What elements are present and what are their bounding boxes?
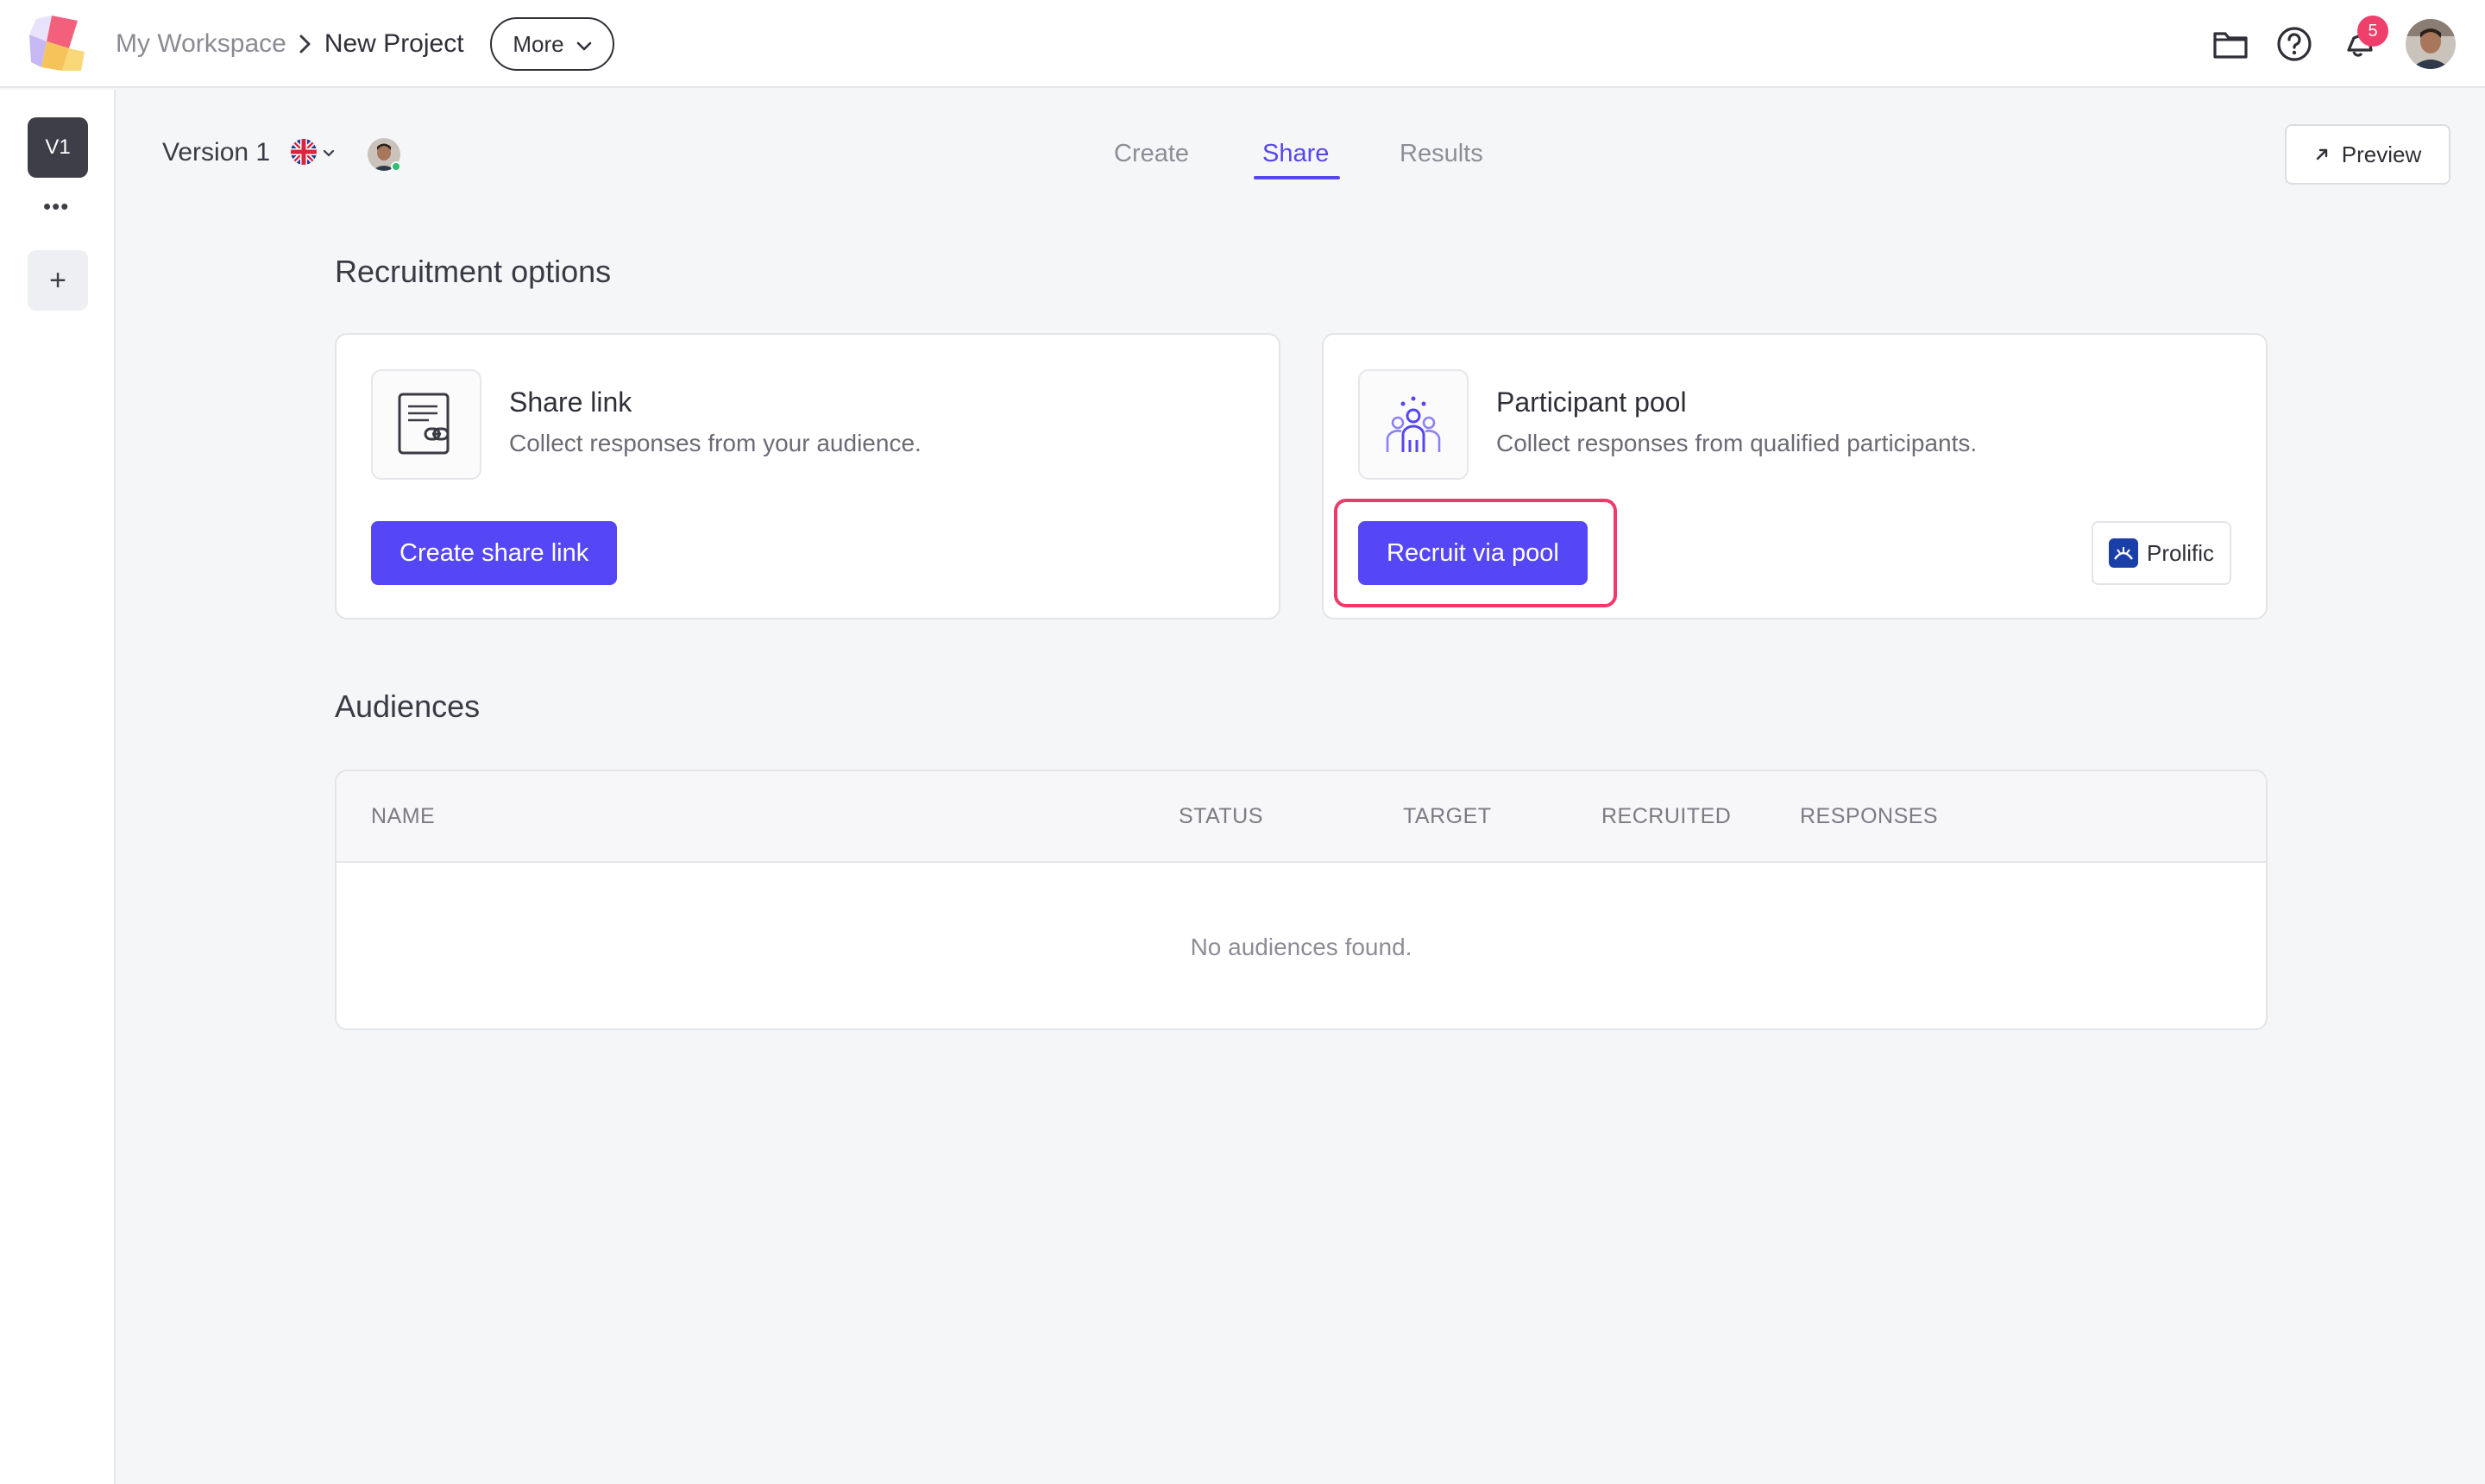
external-arrow-icon <box>2314 141 2330 168</box>
recruitment-options-title: Recruitment options <box>335 254 612 289</box>
add-version-button[interactable]: + <box>28 250 88 311</box>
version-options-icon[interactable]: ••• <box>43 193 69 220</box>
prolific-logo-icon <box>2108 538 2138 568</box>
version-rail: V1 ••• + <box>0 90 116 1484</box>
people-group-icon <box>1358 369 1469 480</box>
participant-pool-title: Participant pool <box>1496 387 1687 418</box>
breadcrumb-workspace[interactable]: My Workspace <box>116 29 286 59</box>
more-button-label: More <box>513 30 564 57</box>
share-link-title: Share link <box>509 387 632 418</box>
table-header: NAME STATUS TARGET RECRUITED RESPONSES <box>337 771 2266 863</box>
breadcrumb-project[interactable]: New Project <box>324 29 464 59</box>
tab-create[interactable]: Create <box>1114 140 1189 168</box>
create-share-link-button[interactable]: Create share link <box>371 521 618 585</box>
tab-results[interactable]: Results <box>1400 140 1483 168</box>
column-status[interactable]: STATUS <box>1179 804 1263 829</box>
app-logo[interactable] <box>28 14 88 74</box>
chevron-down-icon <box>576 31 592 58</box>
share-link-card: Share link Collect responses from your a… <box>335 333 1280 619</box>
preview-button[interactable]: Preview <box>2285 124 2450 185</box>
participant-pool-card: Participant pool Collect responses from … <box>1322 333 2268 619</box>
audiences-table: NAME STATUS TARGET RECRUITED RESPONSES N… <box>335 770 2268 1030</box>
audiences-title: Audiences <box>335 689 481 724</box>
participant-pool-description: Collect responses from qualified partici… <box>1496 430 1978 456</box>
recruit-via-pool-button[interactable]: Recruit via pool <box>1358 521 1588 585</box>
chevron-right-icon <box>299 34 312 54</box>
link-document-icon <box>371 369 481 480</box>
breadcrumb: My Workspace New Project <box>116 0 464 88</box>
column-target[interactable]: TARGET <box>1403 804 1492 829</box>
preview-button-label: Preview <box>2341 141 2422 167</box>
column-recruited[interactable]: RECRUITED <box>1601 804 1731 829</box>
notification-badge: 5 <box>2357 16 2388 47</box>
more-button[interactable]: More <box>490 17 614 71</box>
main-tabs: Create Share Results <box>0 124 2485 185</box>
column-name[interactable]: NAME <box>371 804 435 829</box>
share-link-description: Collect responses from your audience. <box>509 430 922 456</box>
empty-state-message: No audiences found. <box>1190 934 1412 960</box>
tab-share[interactable]: Share <box>1262 140 1329 168</box>
prolific-label: Prolific <box>2146 539 2214 566</box>
folder-icon[interactable] <box>2211 24 2250 64</box>
top-bar: My Workspace New Project More 5 <box>0 0 2485 88</box>
prolific-provider-button[interactable]: Prolific <box>2092 521 2231 585</box>
help-icon[interactable] <box>2274 24 2314 64</box>
user-avatar[interactable] <box>2406 19 2456 69</box>
active-tab-indicator <box>1254 176 1340 179</box>
column-responses[interactable]: RESPONSES <box>1800 804 1938 829</box>
